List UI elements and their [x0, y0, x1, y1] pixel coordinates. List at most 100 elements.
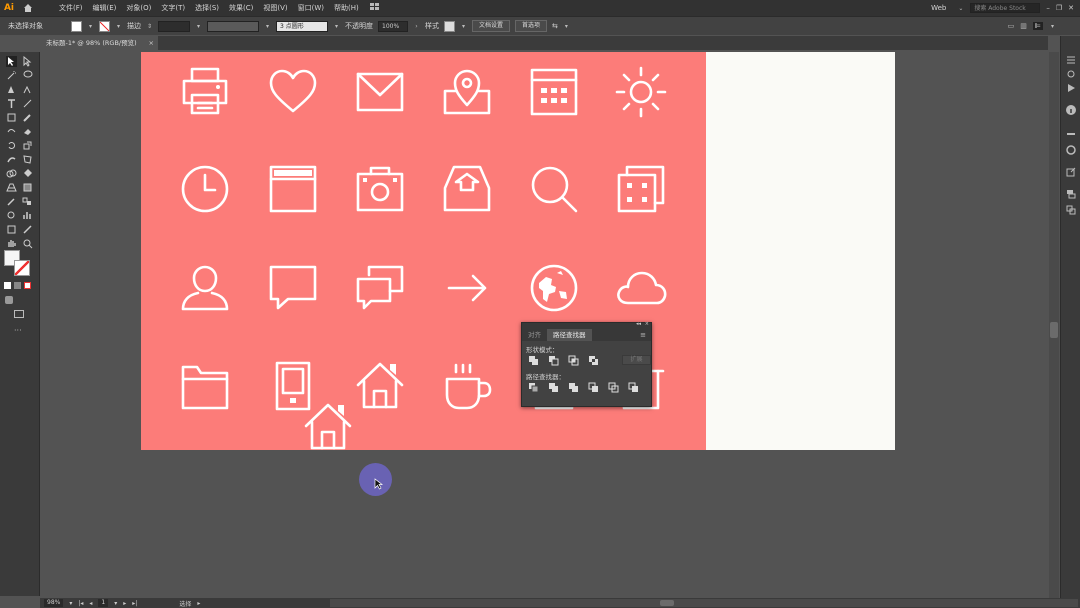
- tab-pathfinder[interactable]: 路径查找器: [547, 329, 592, 341]
- menu-window[interactable]: 窗口(W): [293, 3, 329, 13]
- clock-icon[interactable]: [178, 162, 232, 216]
- stepper-icon[interactable]: ⇕: [146, 23, 153, 30]
- stroke-weight-field[interactable]: [158, 20, 190, 32]
- play-icon[interactable]: [1065, 82, 1077, 94]
- chevron-down-icon[interactable]: ▾: [460, 23, 467, 30]
- arrange-icon[interactable]: ▭: [1008, 22, 1015, 30]
- screen-mode-icon[interactable]: [14, 310, 24, 318]
- first-artboard-icon[interactable]: |◂: [78, 600, 83, 607]
- warp-tool[interactable]: [6, 154, 17, 165]
- chevron-down-icon[interactable]: ▾: [195, 23, 202, 30]
- chevron-down-icon[interactable]: ▾: [114, 600, 117, 607]
- workspace-switcher[interactable]: Web: [926, 4, 951, 12]
- properties-icon[interactable]: [1065, 54, 1077, 66]
- stroke-color-swatch[interactable]: [14, 260, 30, 276]
- map-pin-icon[interactable]: [440, 65, 494, 119]
- color-mode-icon[interactable]: [4, 282, 11, 289]
- collapse-icon[interactable]: ◂◂: [636, 321, 641, 327]
- coffee-mug-icon[interactable]: [440, 359, 494, 413]
- color-mode-buttons[interactable]: [4, 282, 36, 290]
- tab-align[interactable]: 对齐: [522, 329, 547, 341]
- rotate-tool[interactable]: [6, 140, 17, 151]
- type-tool[interactable]: [6, 98, 17, 109]
- close-icon[interactable]: ×: [645, 321, 649, 327]
- stroke-swatch[interactable]: [99, 20, 110, 32]
- chevron-right-icon[interactable]: ▸: [197, 600, 200, 607]
- previous-artboard-icon[interactable]: ◂: [89, 600, 92, 607]
- chevron-right-icon[interactable]: ›: [413, 23, 420, 30]
- chat-bubbles-icon[interactable]: [353, 261, 407, 315]
- close-icon[interactable]: ×: [149, 36, 154, 50]
- stroke-label[interactable]: 描边: [127, 21, 141, 31]
- divide-button[interactable]: [528, 382, 539, 393]
- scrollbar-thumb[interactable]: [660, 600, 674, 606]
- outline-button[interactable]: [608, 382, 619, 393]
- gradient-mode-icon[interactable]: [14, 282, 21, 289]
- calendar-icon[interactable]: [527, 65, 581, 119]
- preferences-button[interactable]: 首选项: [515, 20, 548, 32]
- chevron-down-icon[interactable]: ▾: [115, 23, 122, 30]
- variable-width-field[interactable]: [207, 20, 259, 32]
- restore-icon[interactable]: ❐: [1056, 4, 1062, 12]
- crop-button[interactable]: [588, 382, 599, 393]
- menu-type[interactable]: 文字(T): [156, 3, 190, 13]
- minimize-icon[interactable]: –: [1046, 4, 1050, 12]
- home-icon[interactable]: [353, 359, 407, 413]
- selection-tool[interactable]: [6, 56, 17, 67]
- blend-tool[interactable]: [22, 196, 33, 207]
- live-paint-tool[interactable]: [22, 168, 33, 179]
- opacity-field[interactable]: 100%: [378, 20, 408, 32]
- menu-help[interactable]: 帮助(H): [329, 3, 364, 13]
- envelope-icon[interactable]: [353, 65, 407, 119]
- globe-icon[interactable]: [527, 261, 581, 315]
- gallery-icon[interactable]: [614, 162, 668, 216]
- column-graph-tool[interactable]: [22, 210, 33, 221]
- direct-selection-tool[interactable]: [22, 55, 33, 67]
- next-artboard-icon[interactable]: ▸: [123, 600, 126, 607]
- chevron-down-icon[interactable]: ▾: [563, 23, 570, 30]
- chevron-down-icon[interactable]: ▾: [69, 600, 72, 607]
- info-icon[interactable]: [1065, 104, 1077, 116]
- rectangle-tool[interactable]: [6, 112, 17, 123]
- chevron-down-icon[interactable]: ▾: [1049, 23, 1056, 30]
- horizontal-scrollbar[interactable]: [330, 599, 1078, 607]
- chevron-down-icon[interactable]: ▾: [87, 23, 94, 30]
- paintbrush-tool[interactable]: [22, 112, 33, 123]
- appearance-icon[interactable]: [1065, 144, 1077, 156]
- cloud-icon[interactable]: [614, 261, 668, 315]
- line-tool[interactable]: [22, 98, 33, 109]
- artboards-icon[interactable]: [1065, 204, 1077, 216]
- shape-builder-tool[interactable]: [6, 168, 17, 179]
- menu-object[interactable]: 对象(O): [121, 3, 156, 13]
- scale-tool[interactable]: [22, 140, 33, 151]
- minus-front-button[interactable]: [548, 355, 559, 366]
- eraser-tool[interactable]: [22, 126, 33, 137]
- home-button[interactable]: [18, 0, 38, 16]
- scrollbar-thumb[interactable]: [1050, 322, 1058, 338]
- menu-edit[interactable]: 编辑(E): [88, 3, 122, 13]
- hand-tool[interactable]: [6, 238, 17, 249]
- export-icon[interactable]: [1065, 166, 1077, 178]
- panel-menu-icon[interactable]: ⊫: [1032, 22, 1043, 30]
- zoom-tool[interactable]: [22, 238, 33, 249]
- menu-file[interactable]: 文件(F): [54, 3, 88, 13]
- graphic-style-swatch[interactable]: [444, 20, 455, 32]
- inbox-icon[interactable]: [440, 162, 494, 216]
- more-tools-icon[interactable]: ···: [14, 326, 22, 335]
- fill-swatch[interactable]: [71, 20, 82, 32]
- free-transform-tool[interactable]: [22, 154, 33, 165]
- magic-wand-tool[interactable]: [6, 70, 17, 81]
- arrange-documents-button[interactable]: [364, 3, 386, 13]
- folder-icon[interactable]: [178, 359, 232, 413]
- chevron-down-icon[interactable]: ▾: [333, 23, 340, 30]
- close-window-icon[interactable]: ✕: [1068, 4, 1074, 12]
- artboard-tool[interactable]: [6, 224, 17, 235]
- pen-tool[interactable]: [6, 84, 17, 95]
- canvas-area[interactable]: ◂◂ × 对齐 路径查找器 ≡ 形状模式： 扩展 路径查找器：: [41, 52, 1049, 598]
- brush-style-field[interactable]: 3 点圆形: [276, 20, 328, 32]
- draw-mode-icon[interactable]: [5, 296, 13, 304]
- magnifier-icon[interactable]: [527, 162, 581, 216]
- arrow-right-icon[interactable]: [440, 261, 494, 315]
- expand-button[interactable]: 扩展: [622, 355, 651, 365]
- home-icon[interactable]: [301, 400, 355, 454]
